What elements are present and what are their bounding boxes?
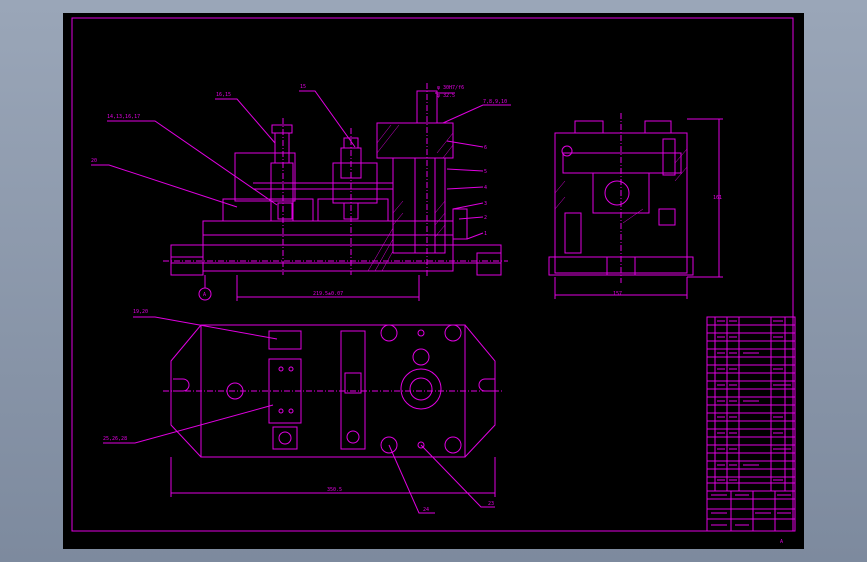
top-width-dimension: 350.5 xyxy=(327,487,342,493)
callout-4: 4 xyxy=(484,185,487,191)
callout-5: 5 xyxy=(484,169,487,175)
side-width-dimension: 157 xyxy=(613,291,622,297)
callout-6: 6 xyxy=(484,145,487,151)
leader-label-top: φ 30H7/f6 xyxy=(437,85,464,91)
cad-drawing-canvas: 219.5±0.07 A 16,15 15 14,13,16,17 20 φ 3… xyxy=(63,13,804,549)
leader-label-19-20: 19,20 xyxy=(133,309,148,315)
leader-label-23: 23 xyxy=(488,501,494,507)
top-view: 350.5 19,20 25,26,28 24 23 xyxy=(103,309,503,514)
sheet-number: A xyxy=(780,539,783,545)
front-width-dimension: 219.5±0.07 xyxy=(313,291,343,297)
cad-drawing: 219.5±0.07 A 16,15 15 14,13,16,17 20 φ 3… xyxy=(71,17,796,545)
side-height-dimension: 161 xyxy=(713,195,722,201)
leader-label-15: 15 xyxy=(300,84,306,90)
leader-label-14-13-16-17: 14,13,16,17 xyxy=(107,114,140,120)
callout-1: 1 xyxy=(484,231,487,237)
front-view: 219.5±0.07 A 16,15 15 14,13,16,17 20 φ 3… xyxy=(91,83,511,301)
title-block: A xyxy=(706,316,796,545)
leader-label-25-26-28: 25,26,28 xyxy=(103,436,127,442)
leader-label-top2: φ 32.5 xyxy=(437,93,455,99)
leader-label-16-15: 16,15 xyxy=(216,92,231,98)
datum-label: A xyxy=(203,292,206,298)
side-view: 161 157 xyxy=(548,113,723,299)
leader-label-20: 20 xyxy=(91,158,97,164)
callout-3: 3 xyxy=(484,201,487,207)
leader-label-24: 24 xyxy=(423,507,429,513)
leader-label-7-8-9-10: 7,8,9,10 xyxy=(483,99,507,105)
callout-2: 2 xyxy=(484,215,487,221)
